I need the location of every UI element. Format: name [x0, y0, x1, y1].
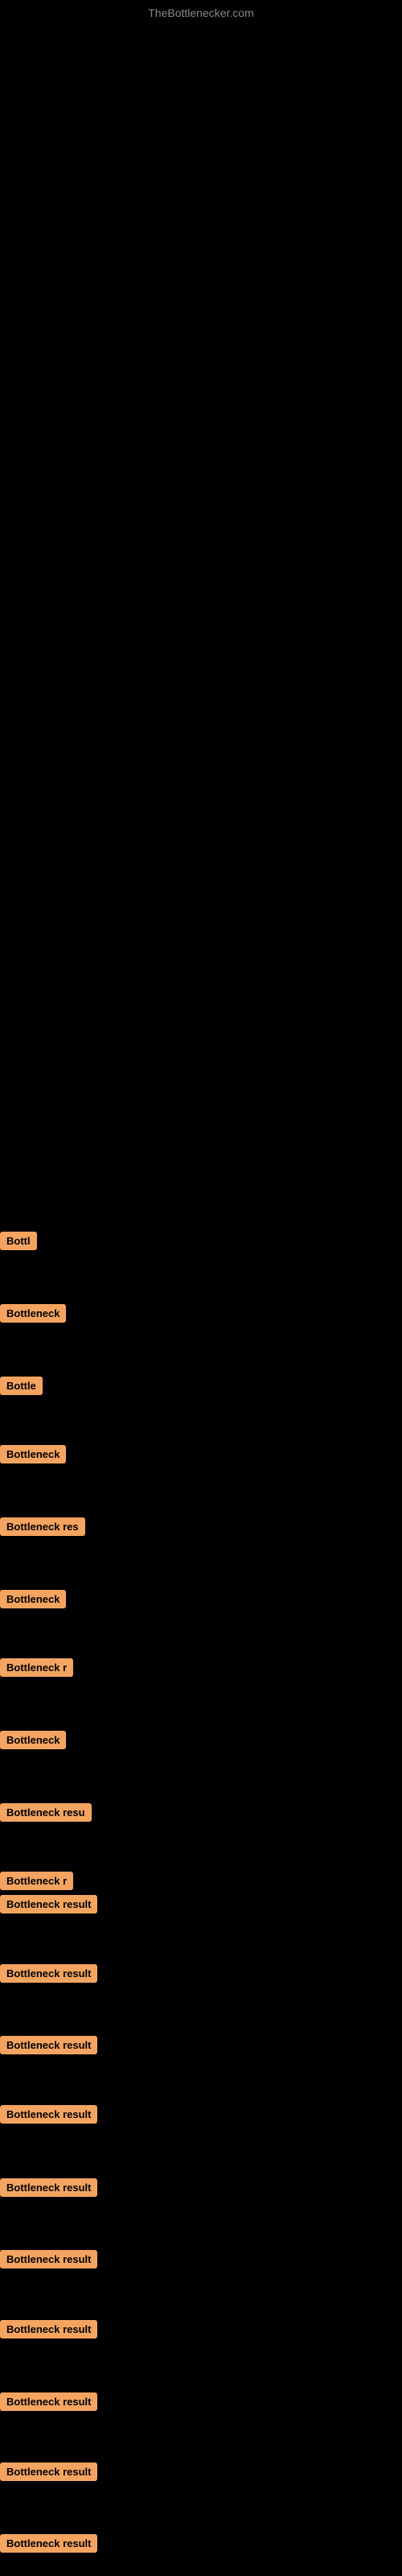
bottleneck-result-item[interactable]: Bottleneck result [0, 2320, 97, 2343]
bottleneck-label: Bottl [0, 1232, 37, 1250]
bottleneck-label: Bottleneck result [0, 1964, 97, 1983]
bottleneck-label: Bottle [0, 1377, 43, 1395]
bottleneck-result-item[interactable]: Bottleneck resu [0, 1803, 92, 1826]
bottleneck-result-item[interactable]: Bottleneck [0, 1304, 66, 1327]
bottleneck-result-item[interactable]: Bottleneck result [0, 2462, 97, 2485]
bottleneck-label: Bottleneck [0, 1445, 66, 1463]
bottleneck-label: Bottleneck [0, 1731, 66, 1749]
site-title: TheBottlenecker.com [0, 0, 402, 19]
bottleneck-result-item[interactable]: Bottleneck [0, 1731, 66, 1753]
bottleneck-result-item[interactable]: Bottleneck result [0, 2250, 97, 2273]
bottleneck-label: Bottleneck res [0, 1517, 85, 1536]
bottleneck-result-item[interactable]: Bottle [0, 1377, 43, 1399]
bottleneck-result-item[interactable]: Bottleneck [0, 1590, 66, 1612]
bottleneck-label: Bottleneck result [0, 2320, 97, 2339]
bottleneck-result-item[interactable]: Bottleneck result [0, 2036, 97, 2058]
bottleneck-result-item[interactable]: Bottleneck result [0, 2534, 97, 2557]
bottleneck-result-item[interactable]: Bottleneck res [0, 1517, 85, 1540]
bottleneck-label: Bottleneck result [0, 2392, 97, 2411]
bottleneck-label: Bottleneck result [0, 2036, 97, 2054]
bottleneck-result-item[interactable]: Bottleneck result [0, 2178, 97, 2201]
bottleneck-label: Bottleneck [0, 1590, 66, 1608]
bottleneck-label: Bottleneck result [0, 2105, 97, 2124]
bottleneck-label: Bottleneck resu [0, 1803, 92, 1822]
bottleneck-result-item[interactable]: Bottleneck result [0, 1964, 97, 1987]
bottleneck-label: Bottleneck result [0, 2462, 97, 2481]
bottleneck-label: Bottleneck r [0, 1872, 73, 1890]
bottleneck-label: Bottleneck [0, 1304, 66, 1323]
bottleneck-result-item[interactable]: Bottleneck r [0, 1872, 73, 1894]
bottleneck-label: Bottleneck result [0, 1895, 97, 1913]
bottleneck-result-item[interactable]: Bottleneck result [0, 1895, 97, 1918]
bottleneck-label: Bottleneck result [0, 2534, 97, 2553]
bottleneck-result-item[interactable]: Bottleneck r [0, 1658, 73, 1681]
bottleneck-label: Bottleneck result [0, 2250, 97, 2268]
bottleneck-result-item[interactable]: Bottl [0, 1232, 37, 1254]
bottleneck-label: Bottleneck r [0, 1658, 73, 1677]
bottleneck-result-item[interactable]: Bottleneck result [0, 2392, 97, 2415]
bottleneck-result-item[interactable]: Bottleneck result [0, 2105, 97, 2128]
bottleneck-label: Bottleneck result [0, 2178, 97, 2197]
bottleneck-result-item[interactable]: Bottleneck [0, 1445, 66, 1468]
